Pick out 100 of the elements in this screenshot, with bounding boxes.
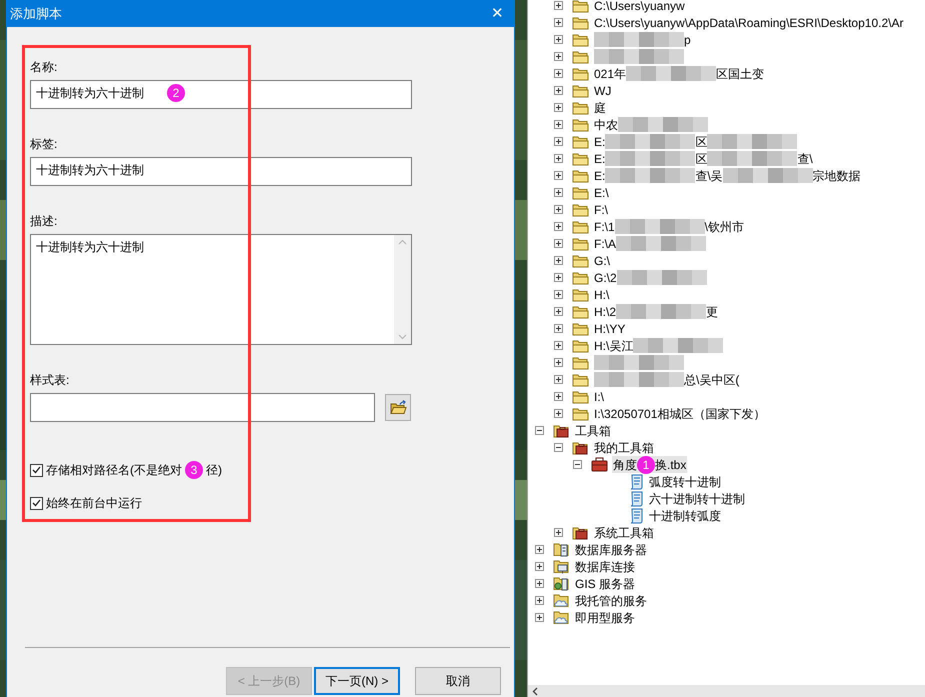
collapse-icon[interactable] <box>535 426 544 435</box>
expand-icon[interactable] <box>554 341 563 350</box>
expand-icon[interactable] <box>554 52 563 61</box>
expand-icon[interactable] <box>535 613 544 622</box>
horizontal-scrollbar[interactable] <box>528 685 925 697</box>
folder-icon <box>572 152 589 166</box>
tree-item-label: 宗地数据 <box>812 168 861 184</box>
tree-item[interactable]: E:\ <box>593 184 610 201</box>
expand-icon[interactable] <box>554 154 563 163</box>
tree-item-label: 更 <box>706 304 718 320</box>
folder-icon <box>572 16 589 30</box>
tree-item-label: 查\ <box>797 150 813 168</box>
tree-item[interactable]: 工具箱 <box>574 422 612 439</box>
tree-item[interactable]: 中农 <box>593 116 709 133</box>
folder-icon <box>572 304 589 318</box>
tree-item[interactable]: C:\Users\yuanyw <box>593 0 686 14</box>
expand-icon[interactable] <box>554 409 563 418</box>
tree-item[interactable]: 系统工具箱 <box>593 524 655 541</box>
text-field[interactable] <box>30 393 375 422</box>
expand-icon[interactable] <box>554 86 563 95</box>
tree-item[interactable]: F:\1 \钦州市 <box>593 218 746 235</box>
tree-item[interactable]: 数据库连接 <box>574 558 636 575</box>
tree-item[interactable]: GIS 服务器 <box>574 575 636 592</box>
expand-icon[interactable] <box>554 205 563 214</box>
expand-icon[interactable] <box>535 579 544 588</box>
expand-icon[interactable] <box>535 596 544 605</box>
expand-icon[interactable] <box>554 528 563 537</box>
expand-icon[interactable] <box>554 222 563 231</box>
tree-item[interactable]: C:\Users\yuanyw\AppData\Roaming\ESRI\Desktop10.2\Ar <box>593 14 904 31</box>
tree-item[interactable]: 021年 区国土变 <box>593 65 766 82</box>
tree-item[interactable]: H:\ <box>593 286 610 303</box>
tree-item[interactable]: 庭 <box>593 99 607 116</box>
check-icon <box>32 499 41 507</box>
expand-icon[interactable] <box>535 545 544 554</box>
expand-icon[interactable] <box>554 120 563 129</box>
expand-icon[interactable] <box>554 171 563 180</box>
tree-item[interactable]: p <box>593 31 692 48</box>
tree-item[interactable]: 总\吴中区( <box>593 371 740 388</box>
dialog-button[interactable]: 下一页(N) > <box>314 667 400 695</box>
field-label: 样式表: <box>30 372 70 387</box>
folder-icon <box>572 100 589 114</box>
expand-icon[interactable] <box>554 375 563 384</box>
expand-icon[interactable] <box>554 188 563 197</box>
checkbox[interactable] <box>30 464 43 476</box>
tree-item[interactable]: F:\ <box>593 201 609 218</box>
tree-item[interactable]: 六十进制转十进制 <box>648 490 746 507</box>
expand-icon[interactable] <box>554 137 563 146</box>
field-label: 标签: <box>30 136 58 151</box>
tree-item[interactable]: 我的工具箱 <box>593 439 655 456</box>
expand-icon[interactable] <box>554 1 563 10</box>
tree-item[interactable]: I:\ <box>593 388 606 405</box>
tree-item-label: 总\吴中区( <box>684 372 740 388</box>
text-field[interactable]: 十进制转为六十进制 <box>30 157 412 186</box>
folder-icon <box>572 202 589 216</box>
tree-item[interactable]: H:\吴江 <box>593 337 724 354</box>
tree-item[interactable]: 十进制转弧度 <box>648 507 722 524</box>
tree-item-label: 查\吴 <box>695 168 723 184</box>
expand-icon[interactable] <box>554 35 563 44</box>
tree-item[interactable]: 我托管的服务 <box>574 592 648 609</box>
expand-icon[interactable] <box>554 273 563 282</box>
tree-item[interactable]: 数据库服务器 <box>574 541 648 558</box>
tree-item[interactable]: G:\ <box>593 252 612 269</box>
close-button[interactable]: ✕ <box>491 6 504 21</box>
tree-item[interactable]: WJ <box>593 82 612 99</box>
tree-item[interactable]: I:\32050701相城区（国家下发） <box>593 405 766 422</box>
expand-icon[interactable] <box>554 324 563 333</box>
expand-icon[interactable] <box>554 103 563 112</box>
expand-icon[interactable] <box>554 256 563 265</box>
tree-item[interactable]: E: 区 查\ <box>593 150 814 167</box>
expand-icon[interactable] <box>535 562 544 571</box>
expand-icon[interactable] <box>554 307 563 316</box>
expand-icon[interactable] <box>554 239 563 248</box>
expand-icon[interactable] <box>554 18 563 27</box>
expand-icon[interactable] <box>554 358 563 367</box>
expand-icon[interactable] <box>554 69 563 78</box>
tree-item[interactable]: 角度 1 换.tbx <box>612 456 688 473</box>
checkbox[interactable] <box>30 496 43 510</box>
collapse-icon[interactable] <box>554 443 563 452</box>
tree-item[interactable]: 即用型服务 <box>574 609 636 626</box>
expand-icon[interactable] <box>554 392 563 401</box>
expand-icon[interactable] <box>554 290 563 299</box>
tree-item[interactable]: H:\YY <box>593 320 626 337</box>
tree-item[interactable]: E: 区 <box>593 133 798 150</box>
database-server-icon <box>553 542 570 557</box>
browse-button[interactable] <box>385 394 411 421</box>
tree-item[interactable]: 弧度转十进制 <box>648 473 722 490</box>
description-field[interactable]: 十进制转为六十进制 <box>30 234 412 345</box>
tree-item[interactable]: F:\A <box>593 235 708 252</box>
cloud-folder-icon <box>553 610 570 625</box>
folder-icon <box>572 288 589 302</box>
toolbox-icon <box>591 457 608 472</box>
collapse-icon[interactable] <box>573 460 582 469</box>
dialog-button[interactable]: 取消 <box>415 667 501 695</box>
tree-item-label: E: <box>594 150 606 168</box>
tree-item[interactable]: H:\2 更 <box>593 303 720 320</box>
scroll-left-icon[interactable] <box>532 686 538 696</box>
tree-item[interactable]: G:\2 <box>593 269 708 286</box>
folder-icon <box>572 406 589 420</box>
tree-item[interactable]: E: 查\吴 宗地数据 <box>593 167 862 184</box>
toolbox-folder-icon <box>572 440 589 454</box>
